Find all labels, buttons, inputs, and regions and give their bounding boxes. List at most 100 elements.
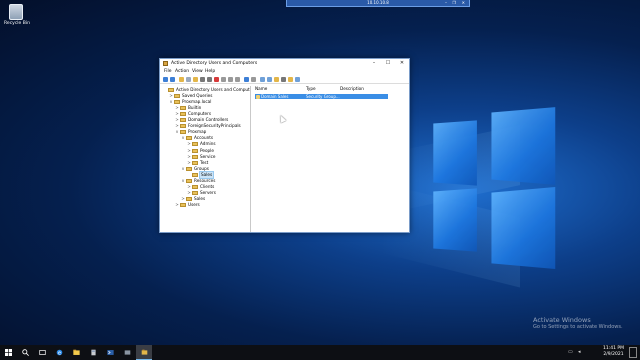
- collapse-arrow-icon[interactable]: v: [169, 99, 173, 105]
- export-list-icon[interactable]: [235, 77, 240, 82]
- clock-date: 2/9/2021: [603, 352, 624, 357]
- rdp-restore-button[interactable]: ❐: [452, 0, 456, 6]
- console-tree[interactable]: Active Directory Users and Computers [PR…: [161, 86, 251, 232]
- folder-icon: [192, 160, 198, 165]
- copy-icon[interactable]: [200, 77, 205, 82]
- svg-text:e: e: [57, 350, 60, 356]
- rdp-bar-title: 10.10.10.8: [367, 0, 389, 5]
- recycle-bin-icon: [9, 4, 23, 20]
- new-ou-icon[interactable]: [274, 77, 279, 82]
- rdp-close-button[interactable]: ✕: [462, 0, 465, 6]
- folder-icon: [180, 130, 186, 135]
- taskbar: e ▭ ◂ 11:41 PM 2/9/2021: [0, 345, 640, 360]
- refresh-icon[interactable]: [228, 77, 233, 82]
- remote-desktop-connection-bar[interactable]: 10.10.10.8 – ❐ ✕: [286, 0, 470, 7]
- paste-icon[interactable]: [207, 77, 212, 82]
- collapse-arrow-icon[interactable]: v: [181, 178, 185, 184]
- table-row[interactable]: Domain Sales Security Group...: [255, 94, 388, 99]
- taskbar-server-manager[interactable]: [85, 345, 101, 360]
- view-icon[interactable]: [251, 77, 256, 82]
- back-arrow-icon[interactable]: [163, 77, 168, 82]
- server-manager-icon: [90, 349, 96, 356]
- watermark-line1: Activate Windows: [533, 316, 591, 324]
- taskbar-aduc[interactable]: [136, 345, 152, 360]
- admin-tools-icon: [124, 350, 130, 355]
- folder-icon: [192, 172, 198, 177]
- taskbar-tools[interactable]: [119, 345, 135, 360]
- up-folder-icon[interactable]: [179, 77, 184, 82]
- taskbar-powershell[interactable]: [102, 345, 118, 360]
- forward-arrow-icon[interactable]: [170, 77, 175, 82]
- collapse-arrow-icon[interactable]: v: [181, 166, 185, 172]
- menu-view[interactable]: View: [192, 68, 203, 75]
- menu-action[interactable]: Action: [175, 68, 189, 75]
- expand-arrow-icon[interactable]: >: [187, 190, 191, 196]
- details-pane[interactable]: Name Type Description Domain Sales Secur…: [253, 86, 409, 232]
- watermark-line2: Go to Settings to activate Windows.: [533, 324, 623, 330]
- powershell-icon: [106, 350, 114, 355]
- maximize-button[interactable]: ☐: [381, 59, 395, 68]
- menu-bar: File Action View Help: [160, 68, 409, 75]
- network-icon[interactable]: ▭: [568, 349, 573, 355]
- folder-icon: [192, 142, 198, 147]
- menu-file[interactable]: File: [164, 68, 172, 75]
- folder-icon: [168, 88, 174, 92]
- volume-icon[interactable]: ◂: [578, 349, 581, 355]
- folder-icon: [180, 106, 186, 111]
- aduc-app-icon: [163, 61, 168, 66]
- minimize-button[interactable]: –: [367, 59, 381, 68]
- collapse-arrow-icon[interactable]: v: [181, 135, 185, 141]
- new-group-icon[interactable]: [267, 77, 272, 82]
- aduc-window: Active Directory Users and Computers – ☐…: [159, 58, 410, 233]
- search-button[interactable]: [17, 345, 33, 360]
- expand-arrow-icon[interactable]: >: [187, 160, 191, 166]
- properties-icon[interactable]: [221, 77, 226, 82]
- column-type[interactable]: Type: [306, 86, 316, 92]
- row-name: Domain Sales: [261, 94, 289, 99]
- start-button[interactable]: [0, 345, 16, 360]
- find-icon[interactable]: [288, 77, 293, 82]
- column-name[interactable]: Name: [255, 86, 267, 92]
- folder-icon: [174, 94, 180, 99]
- expand-arrow-icon[interactable]: >: [175, 202, 179, 208]
- expand-arrow-icon[interactable]: >: [181, 196, 185, 202]
- filter-icon[interactable]: [281, 77, 286, 82]
- windows-logo-pane: [491, 186, 556, 270]
- tree-node-label: Users: [188, 201, 200, 207]
- recycle-bin-shortcut[interactable]: Recycle Bin: [4, 4, 30, 26]
- show-tree-icon[interactable]: [186, 77, 191, 82]
- windows-logo-pane: [433, 188, 477, 252]
- rdp-minimize-button[interactable]: –: [445, 0, 447, 6]
- task-view-button[interactable]: [34, 345, 50, 360]
- windows-logo-pane: [433, 120, 477, 186]
- folder-icon: [180, 112, 186, 117]
- group-icon: [256, 94, 260, 99]
- folder-icon: [186, 178, 192, 183]
- new-user-icon[interactable]: [260, 77, 265, 82]
- folder-icon: [180, 124, 186, 129]
- delete-icon[interactable]: [214, 77, 219, 82]
- window-title: Active Directory Users and Computers: [171, 61, 258, 66]
- notification-icon[interactable]: [629, 347, 637, 358]
- window-titlebar[interactable]: Active Directory Users and Computers – ☐…: [160, 59, 409, 68]
- folder-icon: [186, 196, 192, 201]
- aduc-icon: [141, 349, 147, 355]
- task-view-icon: [38, 350, 46, 355]
- clock[interactable]: 11:41 PM 2/9/2021: [603, 346, 624, 358]
- column-description[interactable]: Description: [340, 86, 364, 92]
- taskbar-ie[interactable]: e: [51, 345, 67, 360]
- close-button[interactable]: ✕: [395, 59, 409, 68]
- folder-icon: [186, 166, 192, 171]
- taskbar-file-explorer[interactable]: [68, 345, 84, 360]
- folder-icon: [192, 184, 198, 189]
- help-icon[interactable]: [244, 77, 249, 82]
- folder-icon: [180, 202, 186, 207]
- folder-icon: [192, 154, 198, 159]
- file-explorer-icon: [72, 349, 80, 355]
- add-to-group-icon[interactable]: [295, 77, 300, 82]
- windows-start-icon: [4, 349, 12, 356]
- menu-help[interactable]: Help: [205, 68, 215, 75]
- folder-icon: [180, 118, 186, 123]
- collapse-arrow-icon[interactable]: v: [175, 129, 179, 135]
- folder-icon[interactable]: [193, 77, 198, 82]
